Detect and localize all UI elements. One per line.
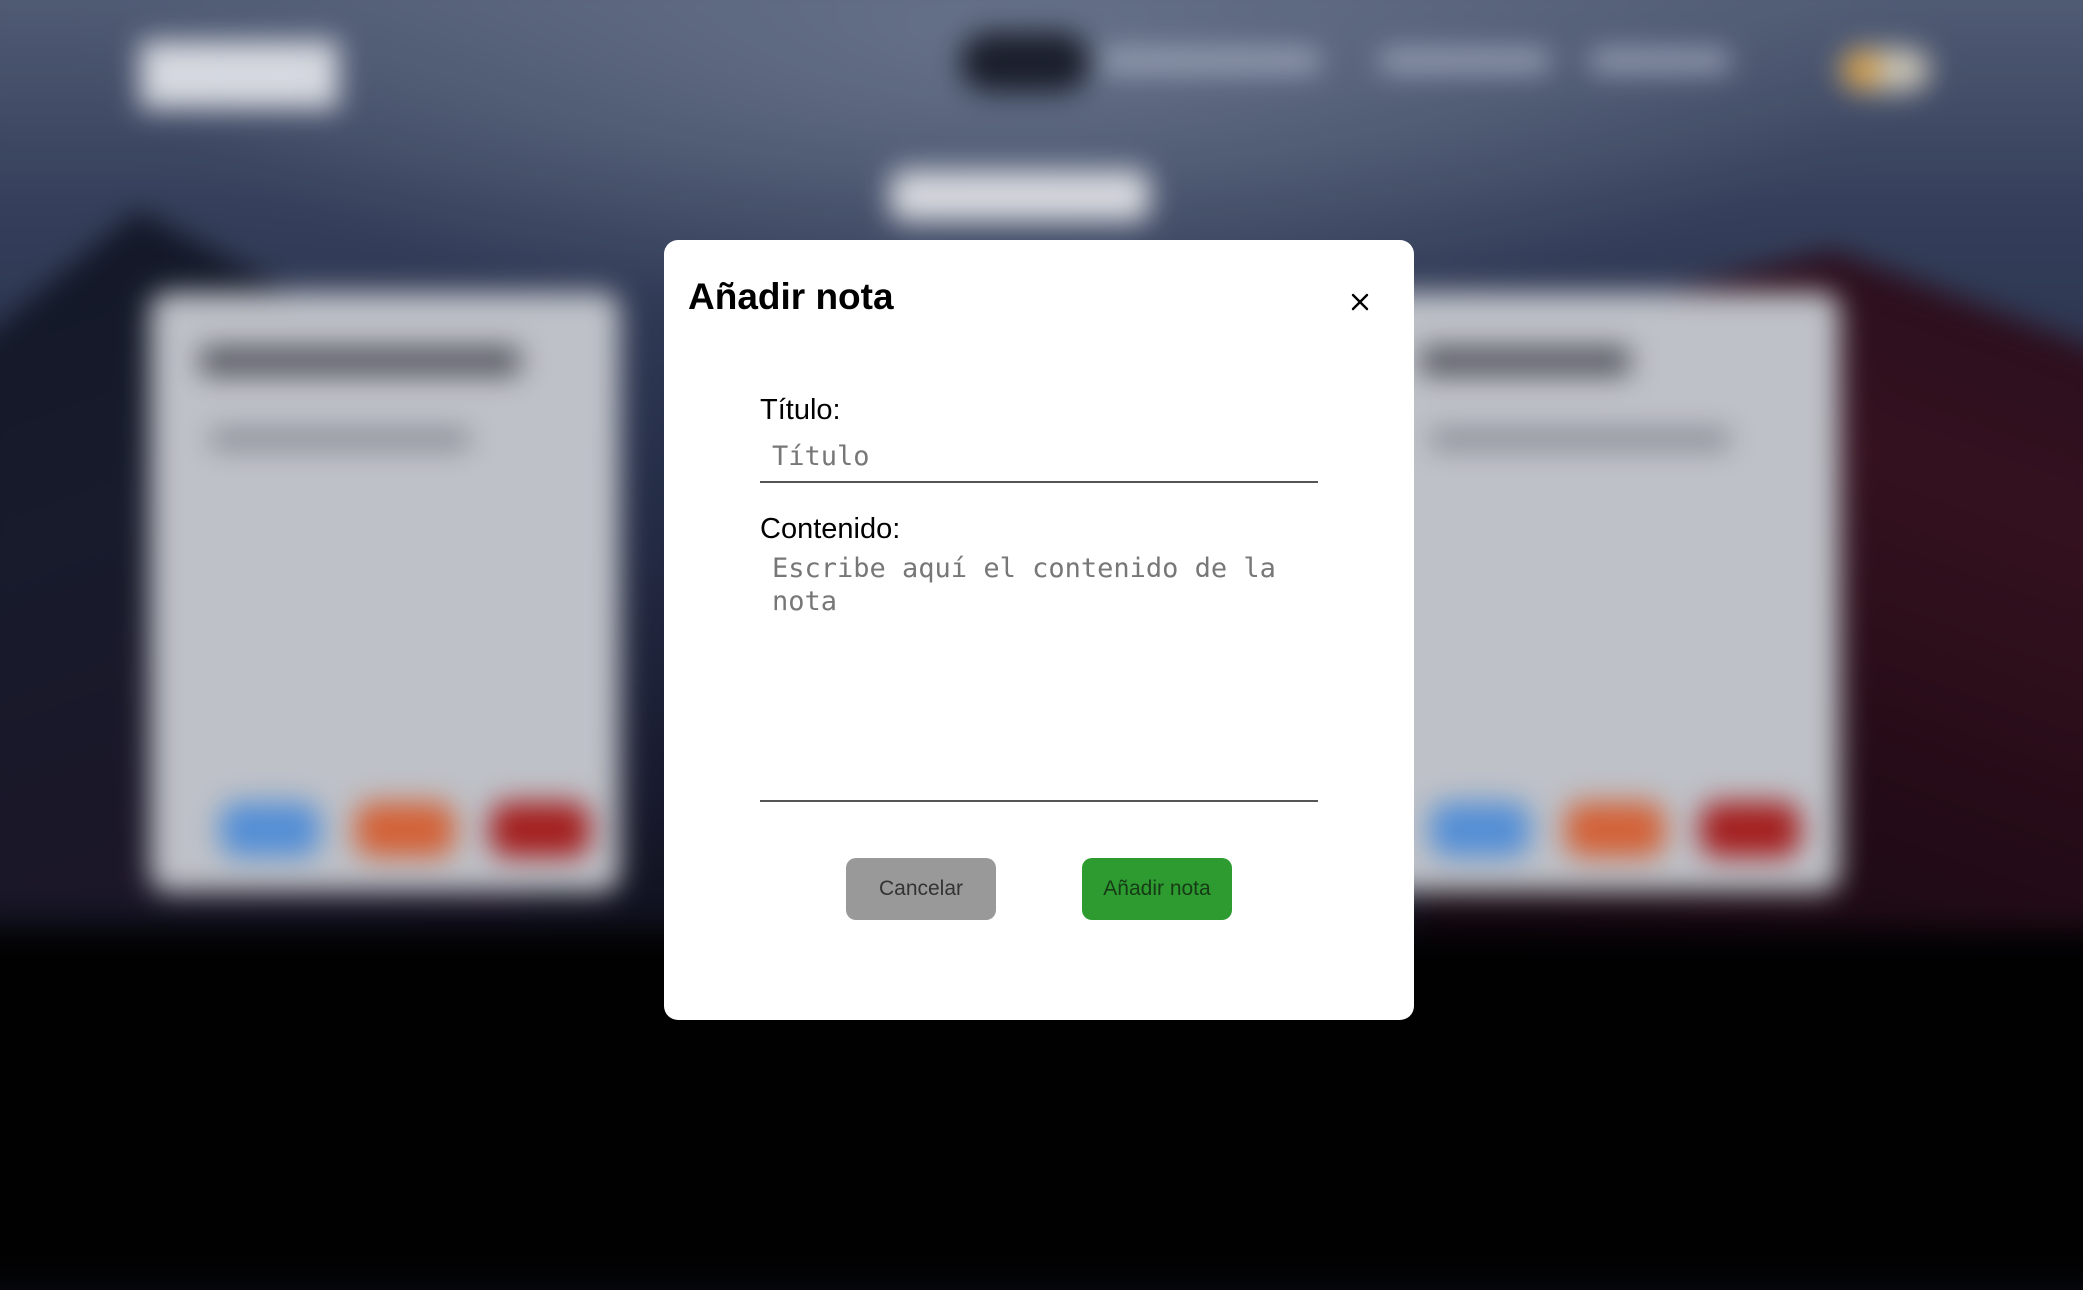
cancel-button[interactable]: Cancelar	[846, 858, 996, 920]
content-label: Contenido:	[760, 513, 901, 545]
title-label: Título:	[760, 394, 841, 426]
close-button[interactable]	[1340, 282, 1380, 322]
close-icon	[1351, 293, 1369, 311]
add-note-dialog: Añadir nota Título: Contenido: Cancelar …	[664, 240, 1414, 1020]
add-note-button[interactable]: Añadir nota	[1082, 858, 1232, 920]
content-textarea[interactable]	[760, 552, 1318, 802]
title-input[interactable]	[760, 431, 1318, 483]
note-form: Título: Contenido:	[760, 394, 1318, 802]
dialog-title: Añadir nota	[688, 276, 894, 317]
